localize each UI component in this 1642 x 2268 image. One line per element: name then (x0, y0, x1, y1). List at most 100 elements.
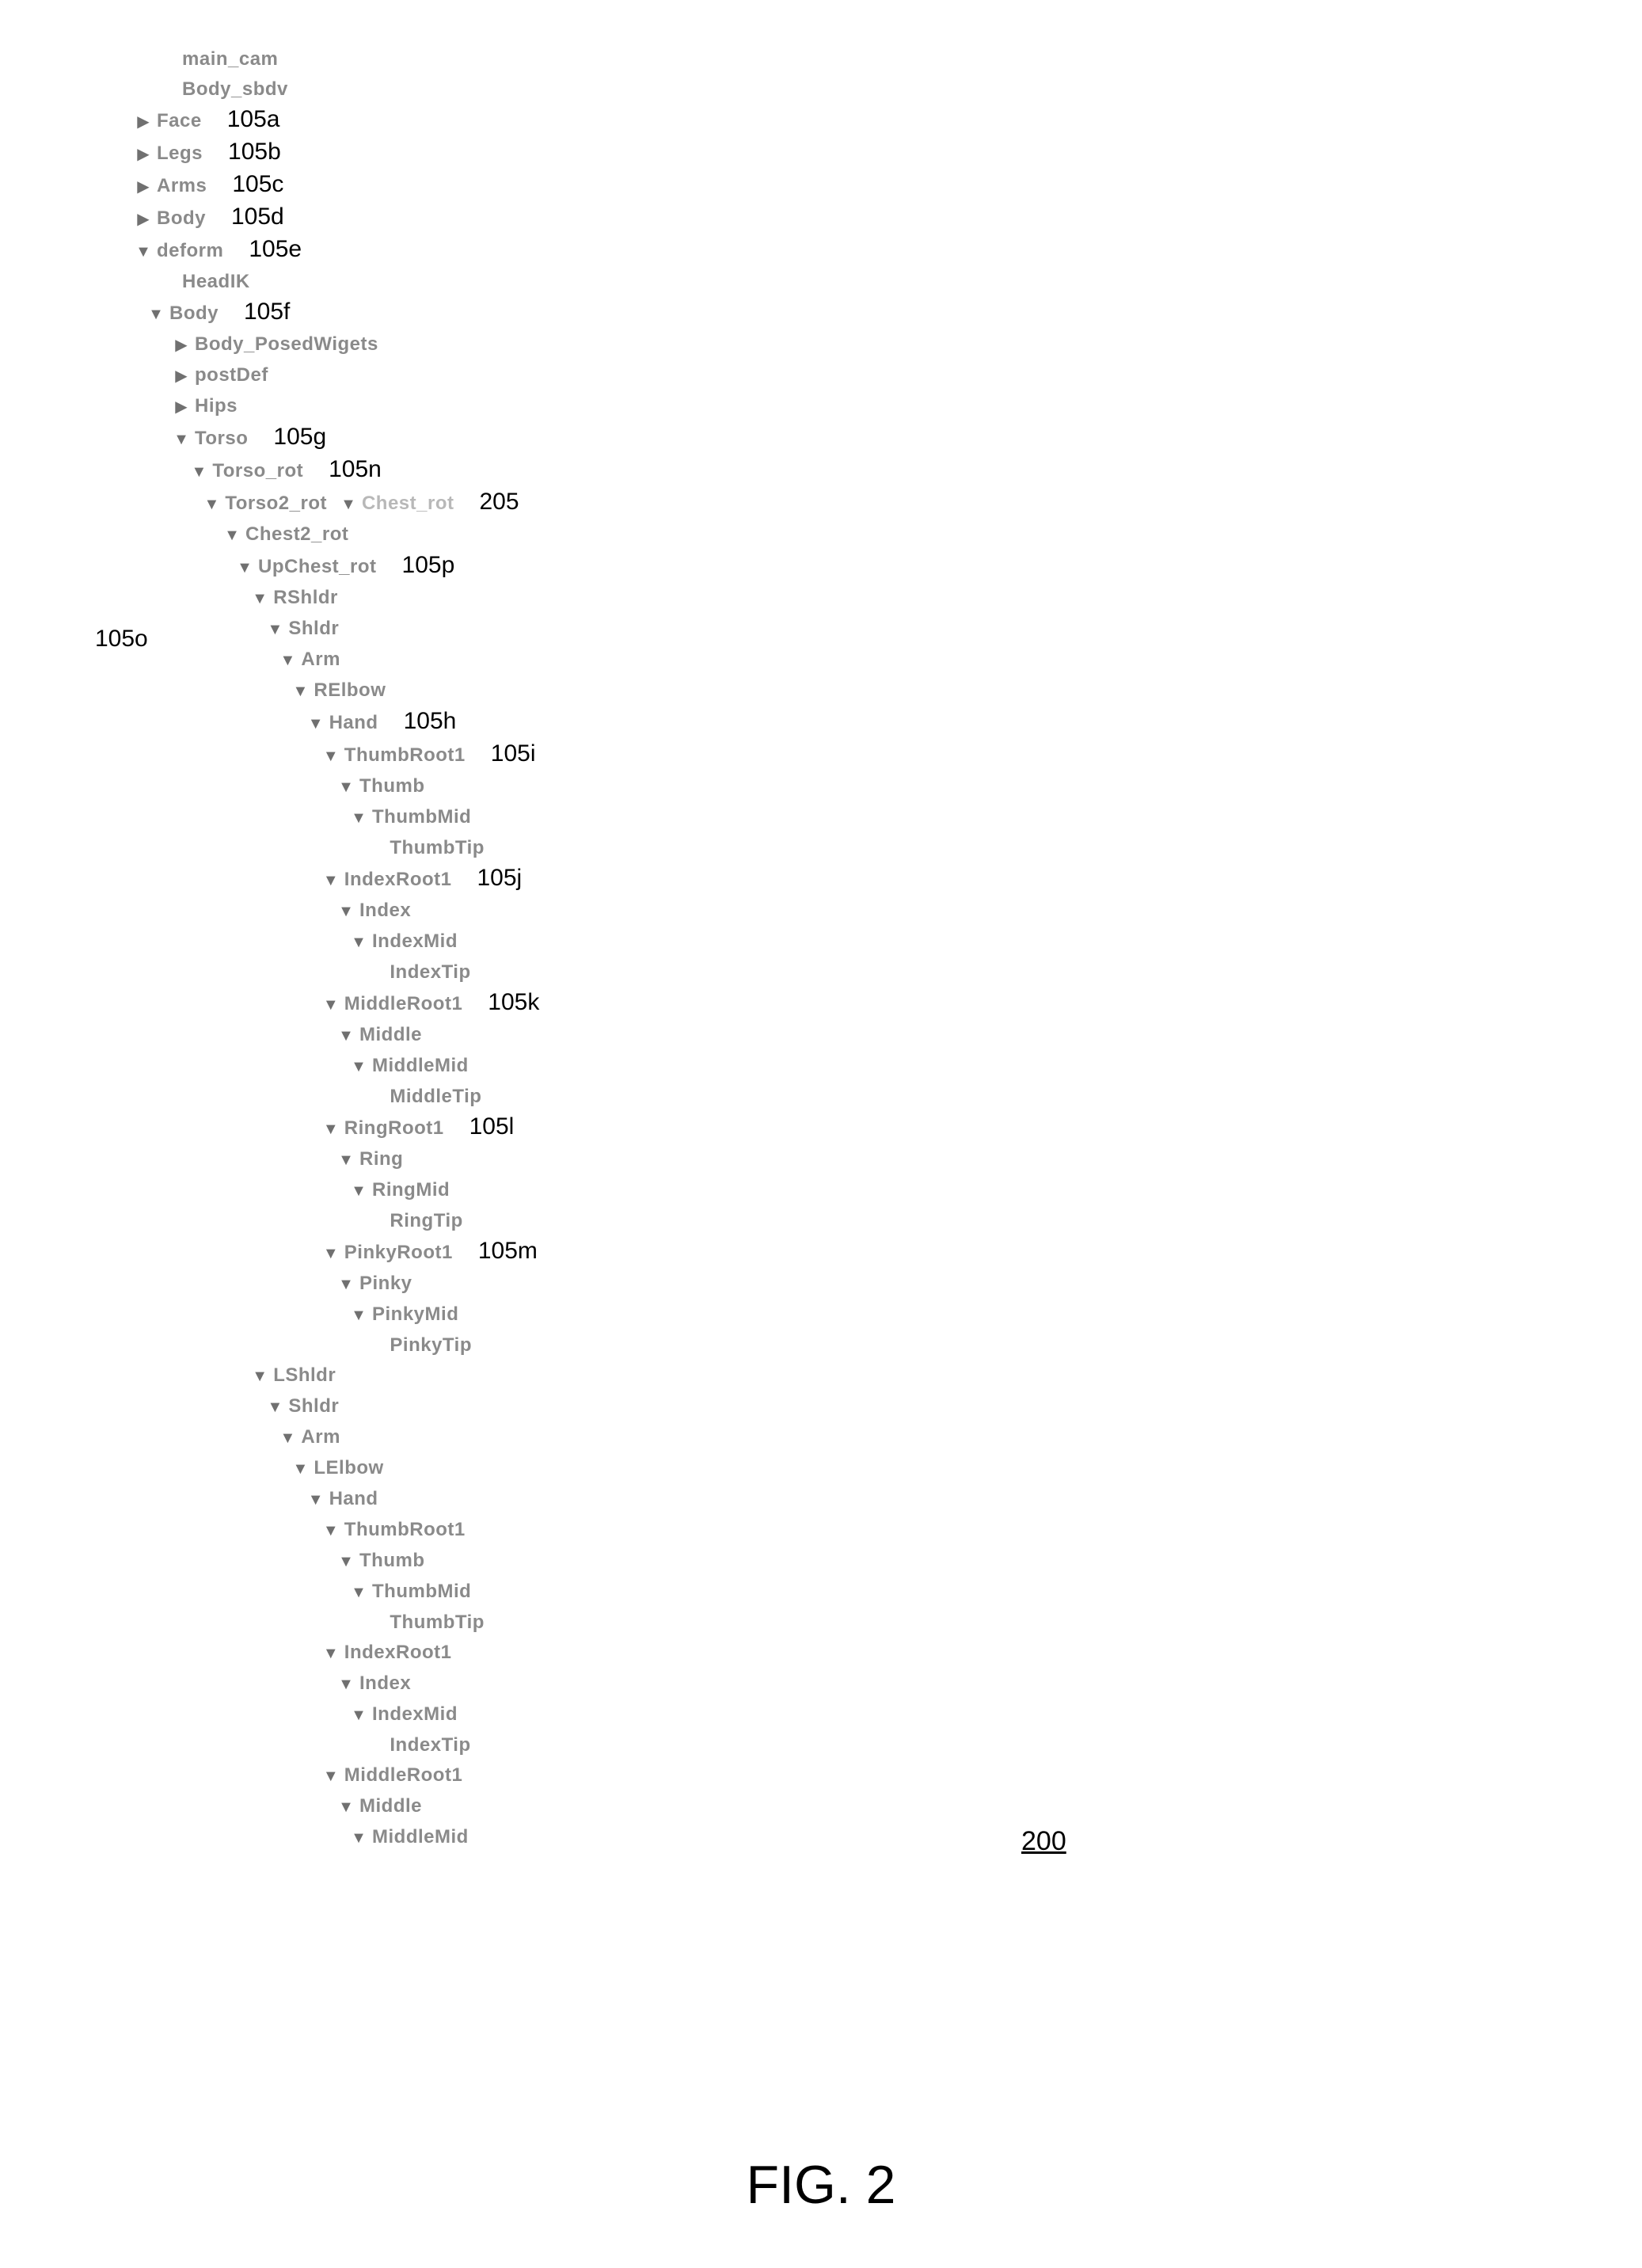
tree-node-face[interactable]: ▶Face105a (135, 105, 539, 137)
tree-node-body_def[interactable]: ▼Body105f (135, 297, 539, 329)
expand-down-icon[interactable]: ▼ (350, 1700, 367, 1730)
tree-node-l_thumbtip[interactable]: ThumbTip (135, 1608, 539, 1638)
tree-node-r_indexroot1[interactable]: ▼IndexRoot1105j (135, 863, 539, 896)
tree-node-l_indexroot1[interactable]: ▼IndexRoot1 (135, 1638, 539, 1669)
expand-down-icon[interactable]: ▼ (223, 520, 241, 550)
expand-down-icon[interactable]: ▼ (147, 299, 165, 329)
expand-right-icon[interactable]: ▶ (173, 330, 190, 360)
tree-node-r_pinkytip[interactable]: PinkyTip (135, 1330, 539, 1360)
tree-node-relbow[interactable]: ▼RElbow (135, 675, 539, 706)
tree-node-postdef[interactable]: ▶postDef (135, 360, 539, 391)
expand-down-icon[interactable]: ▼ (266, 615, 283, 645)
tree-node-r_thumb[interactable]: ▼Thumb (135, 771, 539, 802)
tree-node-upchest_rot[interactable]: ▼UpChest_rot105p (135, 550, 539, 583)
expand-down-icon[interactable]: ▼ (190, 457, 207, 487)
expand-down-icon[interactable]: ▼ (350, 1176, 367, 1206)
tree-node-r_ringroot1[interactable]: ▼RingRoot1105l (135, 1112, 539, 1144)
tree-node-hips[interactable]: ▶Hips (135, 391, 539, 422)
tree-node-r_arm[interactable]: ▼Arm (135, 645, 539, 675)
tree-node-l_index[interactable]: ▼Index (135, 1669, 539, 1699)
tree-node-r_middle[interactable]: ▼Middle (135, 1020, 539, 1051)
tree-node-body_top[interactable]: ▶Body105d (135, 202, 539, 234)
tree-node-l_thumbroot1[interactable]: ▼ThumbRoot1 (135, 1515, 539, 1546)
expand-down-icon[interactable]: ▼ (251, 584, 268, 614)
expand-down-icon[interactable]: ▼ (350, 1052, 367, 1082)
expand-down-icon[interactable]: ▼ (322, 741, 340, 771)
expand-down-icon[interactable]: ▼ (279, 1423, 296, 1453)
expand-down-icon[interactable]: ▼ (291, 676, 309, 706)
expand-down-icon[interactable]: ▼ (350, 927, 367, 957)
expand-right-icon[interactable]: ▶ (135, 204, 152, 234)
tree-node-r_thumbtip[interactable]: ThumbTip (135, 833, 539, 863)
expand-down-icon[interactable]: ▼ (337, 1547, 355, 1577)
tree-node-lshldr[interactable]: ▼LShldr (135, 1360, 539, 1391)
expand-down-icon[interactable]: ▼ (135, 237, 152, 267)
tree-node-l_shldr[interactable]: ▼Shldr (135, 1391, 539, 1422)
tree-node-main_cam[interactable]: main_cam (135, 44, 539, 74)
expand-right-icon[interactable]: ▶ (135, 139, 152, 169)
tree-node-deform[interactable]: ▼deform105e (135, 234, 539, 267)
tree-node-r_ringmid[interactable]: ▼RingMid (135, 1175, 539, 1206)
tree-node-l_middlemid[interactable]: ▼MiddleMid (135, 1822, 539, 1853)
expand-down-icon[interactable]: ▼ (322, 1761, 340, 1791)
expand-right-icon[interactable]: ▶ (135, 172, 152, 202)
expand-down-icon[interactable]: ▼ (322, 1638, 340, 1669)
expand-down-icon[interactable]: ▼ (350, 1823, 367, 1853)
tree-node-r_pinkymid[interactable]: ▼PinkyMid (135, 1300, 539, 1330)
expand-down-icon[interactable]: ▼ (340, 489, 357, 519)
expand-down-icon[interactable]: ▼ (236, 553, 253, 583)
expand-down-icon[interactable]: ▼ (266, 1392, 283, 1422)
expand-down-icon[interactable]: ▼ (307, 1485, 325, 1515)
expand-down-icon[interactable]: ▼ (350, 1300, 367, 1330)
expand-down-icon[interactable]: ▼ (337, 1669, 355, 1699)
tree-node-torso2_rot[interactable]: ▼Torso2_rot▼Chest_rot205 (135, 487, 539, 519)
tree-node-l_hand[interactable]: ▼Hand (135, 1484, 539, 1515)
tree-node-r_middleroot1[interactable]: ▼MiddleRoot1105k (135, 987, 539, 1020)
tree-node-legs[interactable]: ▶Legs105b (135, 137, 539, 169)
tree-node-r_indextip[interactable]: IndexTip (135, 957, 539, 987)
expand-down-icon[interactable]: ▼ (350, 803, 367, 833)
tree-node-torso[interactable]: ▼Torso105g (135, 422, 539, 455)
expand-down-icon[interactable]: ▼ (322, 1516, 340, 1546)
tree-node-r_ring[interactable]: ▼Ring (135, 1144, 539, 1175)
tree-node-r_thumbroot1[interactable]: ▼ThumbRoot1105i (135, 739, 539, 771)
expand-down-icon[interactable]: ▼ (279, 645, 296, 675)
tree-node-rshldr[interactable]: ▼RShldr (135, 583, 539, 614)
tree-node-lelbow[interactable]: ▼LElbow (135, 1453, 539, 1484)
expand-down-icon[interactable]: ▼ (322, 1239, 340, 1269)
expand-down-icon[interactable]: ▼ (350, 1577, 367, 1608)
tree-node-body_posedwigets[interactable]: ▶Body_PosedWigets (135, 329, 539, 360)
tree-node-l_indexmid[interactable]: ▼IndexMid (135, 1699, 539, 1730)
expand-down-icon[interactable]: ▼ (322, 1114, 340, 1144)
tree-node-arms[interactable]: ▶Arms105c (135, 169, 539, 202)
tree-node-torso_rot[interactable]: ▼Torso_rot105n (135, 455, 539, 487)
tree-node-r_thumbmid[interactable]: ▼ThumbMid (135, 802, 539, 833)
expand-down-icon[interactable]: ▼ (322, 866, 340, 896)
tree-node-l_thumbmid[interactable]: ▼ThumbMid (135, 1577, 539, 1608)
tree-node-l_thumb[interactable]: ▼Thumb (135, 1546, 539, 1577)
expand-down-icon[interactable]: ▼ (337, 1145, 355, 1175)
tree-node-r_ringtip[interactable]: RingTip (135, 1206, 539, 1236)
expand-down-icon[interactable]: ▼ (307, 709, 325, 739)
expand-down-icon[interactable]: ▼ (251, 1361, 268, 1391)
tree-node-l_indextip[interactable]: IndexTip (135, 1730, 539, 1760)
tree-node-chest_rot[interactable]: ▼Chest_rot205 (340, 487, 519, 519)
tree-node-r_hand[interactable]: ▼Hand105h (135, 706, 539, 739)
expand-down-icon[interactable]: ▼ (337, 1021, 355, 1051)
expand-down-icon[interactable]: ▼ (337, 1792, 355, 1822)
expand-down-icon[interactable]: ▼ (322, 990, 340, 1020)
expand-right-icon[interactable]: ▶ (173, 361, 190, 391)
tree-node-l_middleroot1[interactable]: ▼MiddleRoot1 (135, 1760, 539, 1791)
tree-node-l_arm[interactable]: ▼Arm (135, 1422, 539, 1453)
expand-down-icon[interactable]: ▼ (203, 489, 220, 519)
expand-right-icon[interactable]: ▶ (173, 392, 190, 422)
expand-down-icon[interactable]: ▼ (337, 896, 355, 927)
tree-node-r_middlemid[interactable]: ▼MiddleMid (135, 1051, 539, 1082)
tree-node-r_index[interactable]: ▼Index (135, 896, 539, 927)
expand-down-icon[interactable]: ▼ (337, 1269, 355, 1300)
tree-node-body_sbdv[interactable]: Body_sbdv (135, 74, 539, 105)
tree-node-r_middletip[interactable]: MiddleTip (135, 1082, 539, 1112)
tree-node-chest2_rot[interactable]: ▼Chest2_rot (135, 519, 539, 550)
tree-node-r_pinky[interactable]: ▼Pinky (135, 1269, 539, 1300)
expand-right-icon[interactable]: ▶ (135, 107, 152, 137)
